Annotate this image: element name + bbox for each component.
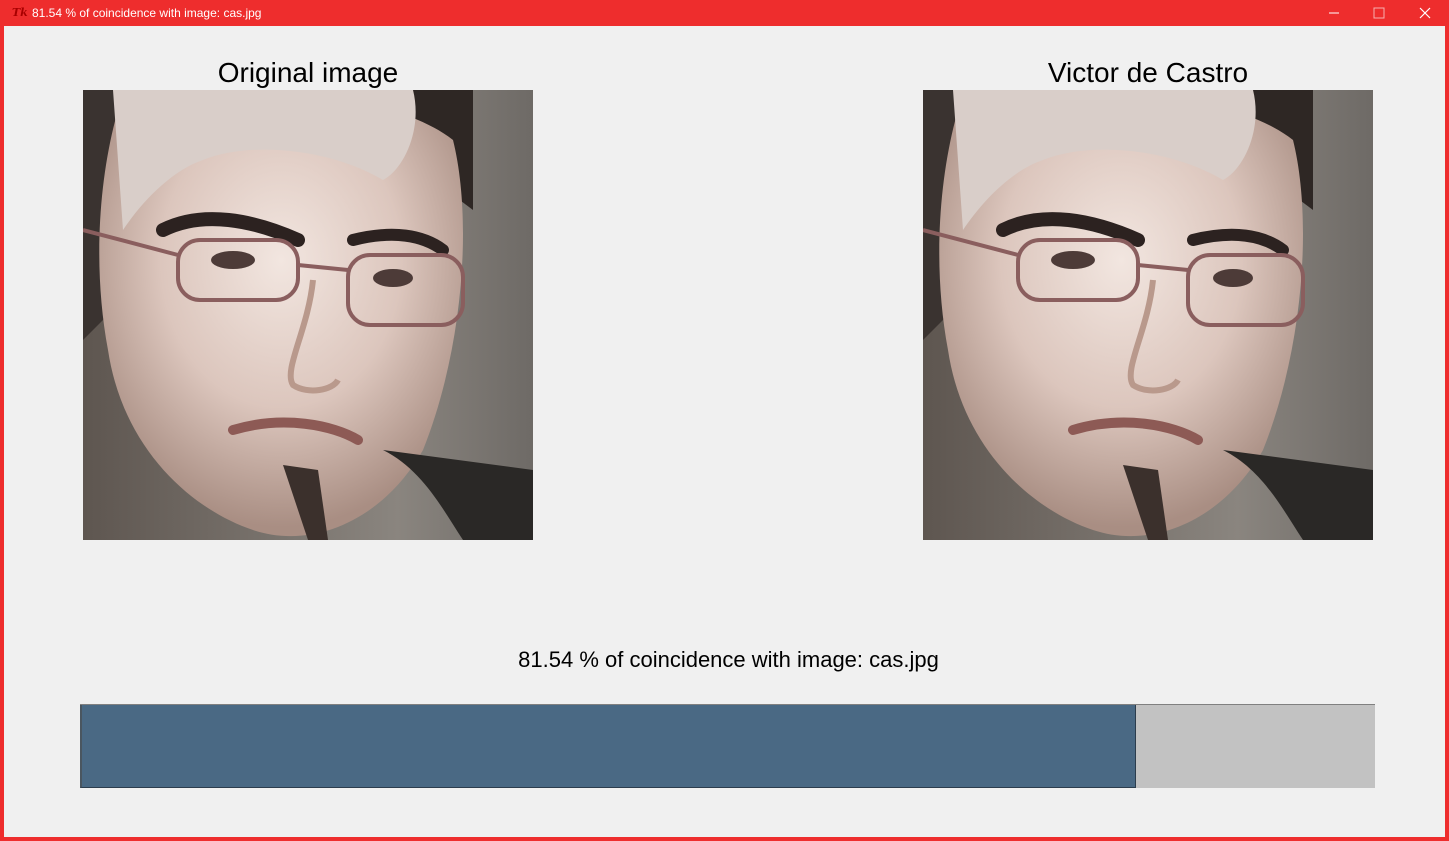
minimize-icon xyxy=(1329,12,1339,14)
close-icon xyxy=(1419,7,1431,19)
original-image-caption: Original image xyxy=(217,57,399,88)
maximize-button[interactable] xyxy=(1356,0,1402,26)
match-name-caption: Victor de Castro xyxy=(1047,57,1249,88)
tk-feather-icon: Tk xyxy=(12,6,28,19)
close-button[interactable] xyxy=(1402,0,1448,26)
minimize-button[interactable] xyxy=(1311,0,1357,26)
original-face-image xyxy=(83,90,533,540)
coincidence-progress-bar xyxy=(80,704,1375,788)
maximize-icon xyxy=(1373,7,1385,19)
progress-fill xyxy=(80,705,1136,788)
title-bar[interactable]: Tk 81.54 % of coincidence with image: ca… xyxy=(4,0,1449,26)
app-window: Tk 81.54 % of coincidence with image: ca… xyxy=(0,0,1449,841)
coincidence-label: 81.54 % of coincidence with image: cas.j… xyxy=(518,647,939,672)
matched-face-image xyxy=(923,90,1373,540)
window-title: 81.54 % of coincidence with image: cas.j… xyxy=(32,6,262,20)
